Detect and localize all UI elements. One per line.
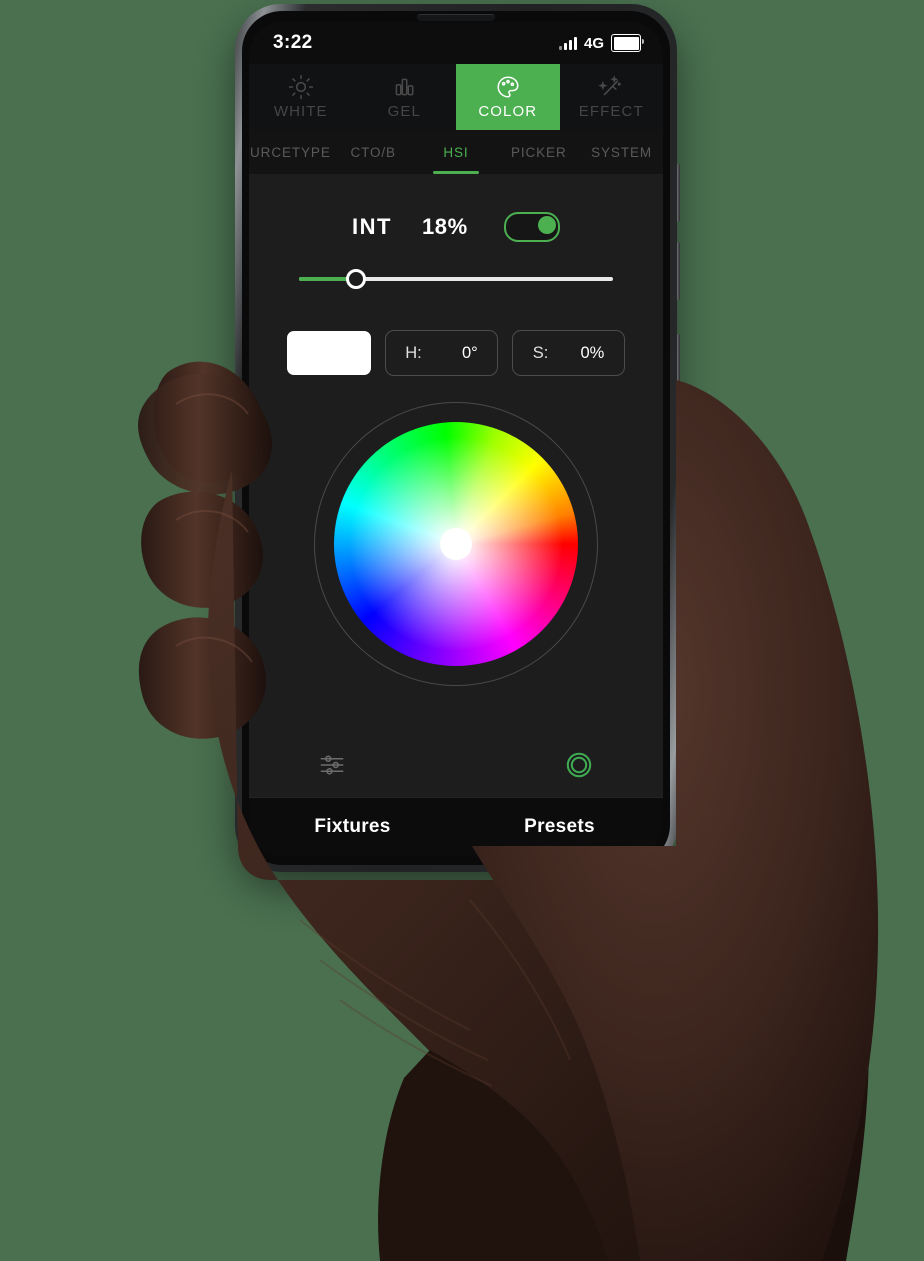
sliders-icon[interactable] xyxy=(317,750,347,785)
subtab-system[interactable]: SYSTEM xyxy=(580,130,663,174)
subtab-ctob[interactable]: CTO/B xyxy=(332,130,415,174)
sub-tab-bar: URCETYPE CTO/B HSI PICKER SYSTEM xyxy=(249,130,663,174)
status-bar: 3:22 4G xyxy=(249,22,663,64)
saturation-key: S: xyxy=(532,343,549,362)
tab-effect-label: EFFECT xyxy=(578,103,644,120)
sun-icon xyxy=(288,74,314,100)
saturation-value: 0% xyxy=(580,343,605,362)
intensity-label: INT xyxy=(352,214,392,239)
tab-white-label: WHITE xyxy=(273,103,328,120)
tab-gel[interactable]: GEL xyxy=(353,64,457,130)
color-wheel-handle[interactable] xyxy=(440,528,472,560)
intensity-slider[interactable] xyxy=(299,268,613,290)
tab-gel-label: GEL xyxy=(387,103,421,120)
tab-color[interactable]: COLOR xyxy=(456,64,560,130)
status-clock: 3:22 xyxy=(273,32,313,53)
intensity-value: 18% xyxy=(421,214,468,239)
screenshot-stage: 3:22 4G WHITE GEL COLOR EFFECT URCETYPE … xyxy=(0,0,924,1261)
hue-value: 0° xyxy=(461,343,478,362)
hue-key: H: xyxy=(405,343,422,362)
toggle-knob xyxy=(537,216,556,234)
palette-icon xyxy=(495,74,521,100)
color-swatch[interactable] xyxy=(287,331,371,375)
slider-thumb[interactable] xyxy=(345,269,366,289)
panel-foot-icons xyxy=(249,749,663,786)
magic-wand-icon xyxy=(598,74,624,100)
nav-fixtures[interactable]: Fixtures xyxy=(249,816,456,838)
color-wheel-area xyxy=(249,402,663,686)
subtab-sourcetype[interactable]: URCETYPE xyxy=(249,130,332,174)
saturation-field[interactable]: S: 0% xyxy=(512,330,625,376)
battery-icon xyxy=(611,34,644,52)
volume-up-button[interactable] xyxy=(677,164,680,222)
bar-chart-icon xyxy=(391,74,417,100)
phone-device: 3:22 4G WHITE GEL COLOR EFFECT URCETYPE … xyxy=(235,4,680,872)
hsi-panel: INT 18% H: 0° S: 0% xyxy=(249,174,663,798)
color-wheel[interactable] xyxy=(334,422,578,666)
main-tab-bar: WHITE GEL COLOR EFFECT xyxy=(249,64,663,130)
status-indicators: 4G xyxy=(558,34,644,52)
tab-white[interactable]: WHITE xyxy=(249,64,353,130)
hue-field[interactable]: H: 0° xyxy=(385,330,498,376)
network-type-label: 4G xyxy=(583,34,604,52)
tab-color-label: COLOR xyxy=(478,103,538,120)
intensity-row: INT 18% xyxy=(249,212,663,242)
volume-down-button[interactable] xyxy=(677,242,680,300)
power-button[interactable] xyxy=(677,334,680,418)
bottom-nav-bar: Fixtures Presets xyxy=(249,797,663,856)
intensity-toggle[interactable] xyxy=(503,212,560,242)
color-ring-icon[interactable] xyxy=(563,749,595,786)
color-wheel-ring xyxy=(314,402,598,686)
phone-screen: 3:22 4G WHITE GEL COLOR EFFECT URCETYPE … xyxy=(249,22,663,856)
tab-effect[interactable]: EFFECT xyxy=(560,64,664,130)
earpiece-speaker xyxy=(417,14,495,21)
subtab-picker[interactable]: PICKER xyxy=(497,130,580,174)
signal-bars-icon xyxy=(558,36,577,50)
subtab-hsi[interactable]: HSI xyxy=(415,130,498,174)
phone-bezel: 3:22 4G WHITE GEL COLOR EFFECT URCETYPE … xyxy=(242,11,670,865)
nav-presets[interactable]: Presets xyxy=(456,816,663,838)
color-values-row: H: 0° S: 0% xyxy=(249,330,663,376)
